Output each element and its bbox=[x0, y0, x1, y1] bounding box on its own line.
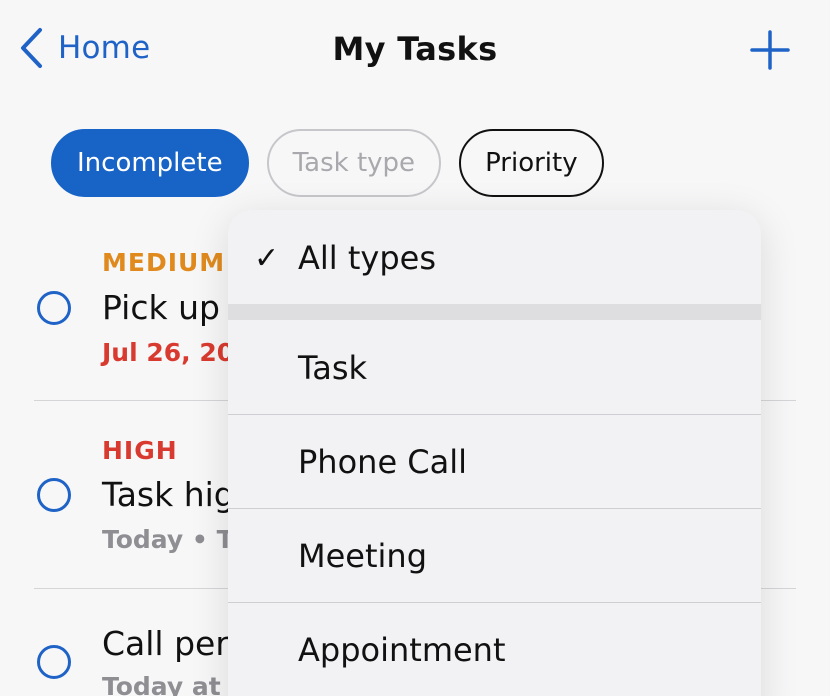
dropdown-option-task[interactable]: Task bbox=[228, 338, 761, 398]
dropdown-option-label: Appointment bbox=[298, 631, 506, 669]
filter-incomplete-chip[interactable]: Incomplete bbox=[51, 129, 249, 197]
task-due-date: Jul 26, 20 bbox=[102, 338, 235, 367]
dropdown-divider bbox=[228, 508, 761, 509]
dropdown-option-label: Phone Call bbox=[298, 443, 468, 481]
task-title: Task hig bbox=[102, 475, 235, 514]
checkmark-icon: ✓ bbox=[254, 240, 280, 276]
page-title: My Tasks bbox=[332, 30, 498, 68]
task-complete-checkbox[interactable] bbox=[37, 291, 71, 325]
dropdown-section-separator bbox=[228, 304, 761, 320]
dropdown-option-all-types[interactable]: ✓ All types bbox=[228, 228, 761, 288]
nav-bar: Home My Tasks bbox=[0, 0, 830, 100]
task-due-date: Today • Ta bbox=[102, 525, 248, 554]
filter-priority-chip[interactable]: Priority bbox=[459, 129, 604, 197]
task-title: Call per bbox=[102, 624, 229, 663]
dropdown-option-label: Task bbox=[298, 349, 368, 387]
task-title: Pick up bbox=[102, 288, 220, 327]
dropdown-divider bbox=[228, 602, 761, 603]
task-complete-checkbox[interactable] bbox=[37, 478, 71, 512]
task-priority: MEDIUM bbox=[102, 248, 226, 277]
plus-icon bbox=[750, 30, 790, 74]
dropdown-option-appointment[interactable]: Appointment bbox=[228, 620, 761, 680]
task-priority: HIGH bbox=[102, 436, 178, 465]
dropdown-option-phone-call[interactable]: Phone Call bbox=[228, 432, 761, 492]
filter-task-type-chip[interactable]: Task type bbox=[266, 129, 442, 197]
dropdown-option-label: All types bbox=[298, 239, 436, 277]
task-due-date: Today at 1 bbox=[102, 672, 247, 696]
task-type-dropdown: ✓ All types Task Phone Call Meeting Appo… bbox=[228, 210, 761, 696]
filter-bar: Incomplete Task type Priority bbox=[51, 129, 604, 197]
dropdown-divider bbox=[228, 414, 761, 415]
add-task-button[interactable] bbox=[750, 30, 790, 70]
dropdown-option-meeting[interactable]: Meeting bbox=[228, 526, 761, 586]
dropdown-option-label: Meeting bbox=[298, 537, 428, 575]
task-complete-checkbox[interactable] bbox=[37, 645, 71, 679]
